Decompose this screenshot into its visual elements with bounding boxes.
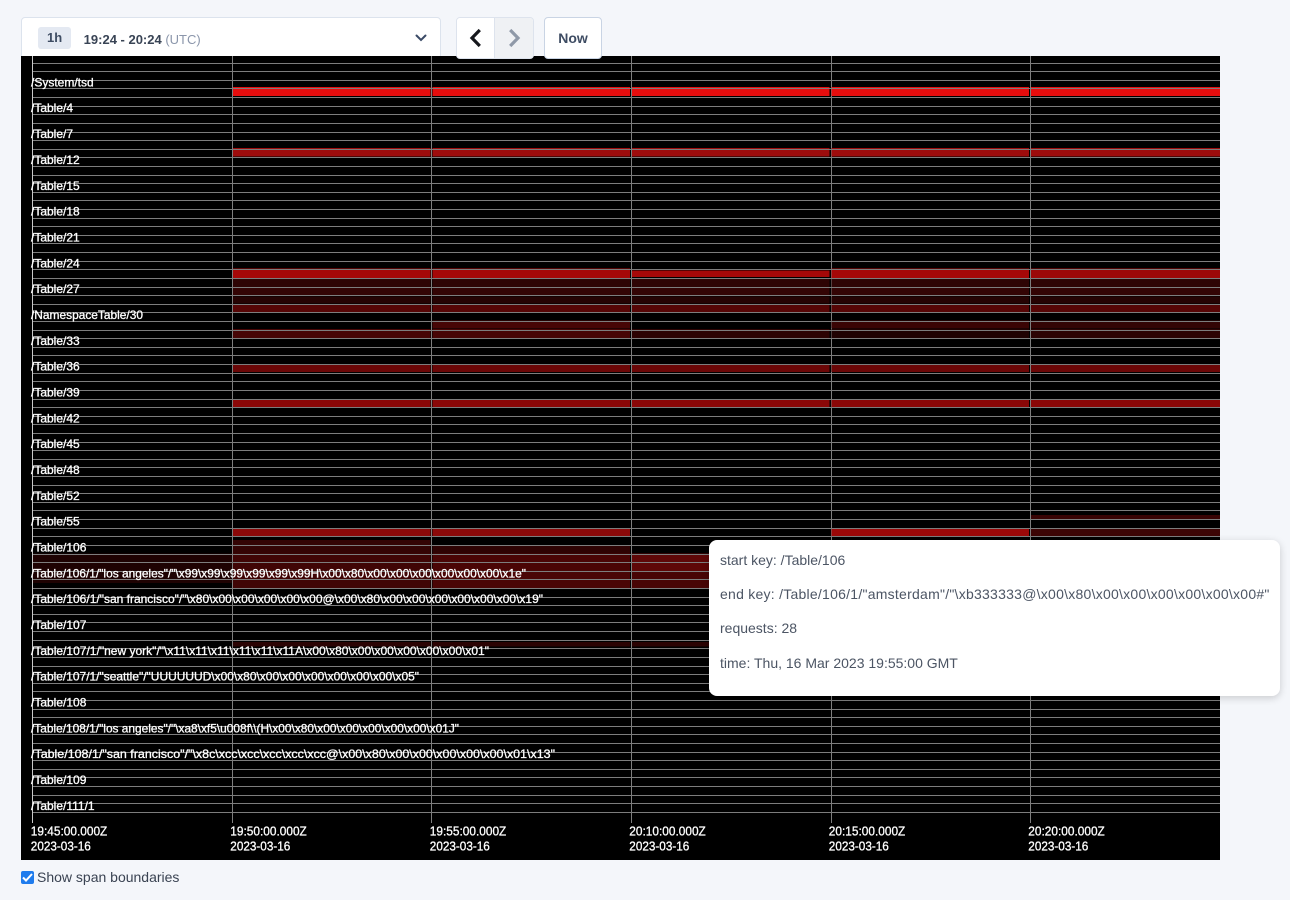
svg-text:/Table/109: /Table/109 (31, 773, 87, 787)
svg-text:/Table/108: /Table/108 (31, 696, 87, 710)
svg-text:2023-03-16: 2023-03-16 (31, 839, 91, 854)
svg-text:20:10:00.000Z: 20:10:00.000Z (629, 824, 706, 839)
svg-text:/Table/42: /Table/42 (31, 411, 80, 425)
svg-text:20:20:00.000Z: 20:20:00.000Z (1028, 824, 1105, 839)
svg-text:/Table/4: /Table/4 (31, 101, 73, 115)
svg-text:/Table/27: /Table/27 (31, 282, 80, 296)
svg-text:/Table/107: /Table/107 (31, 618, 87, 632)
svg-text:19:55:00.000Z: 19:55:00.000Z (430, 824, 507, 839)
svg-text:/Table/108/1/"los angeles"/"\x: /Table/108/1/"los angeles"/"\xa8\xf5\u00… (31, 721, 459, 735)
svg-text:2023-03-16: 2023-03-16 (829, 839, 889, 854)
svg-text:2023-03-16: 2023-03-16 (629, 839, 689, 854)
svg-text:/Table/24: /Table/24 (31, 256, 80, 270)
svg-text:/Table/52: /Table/52 (31, 489, 80, 503)
svg-text:/Table/106: /Table/106 (31, 541, 87, 555)
svg-text:2023-03-16: 2023-03-16 (430, 839, 490, 854)
svg-text:/Table/106/1/"san francisco"/": /Table/106/1/"san francisco"/"\x80\x00\x… (31, 592, 543, 606)
svg-text:/Table/107/1/"new york"/"\x11\: /Table/107/1/"new york"/"\x11\x11\x11\x1… (31, 644, 489, 658)
svg-text:19:50:00.000Z: 19:50:00.000Z (230, 824, 307, 839)
svg-text:20:15:00.000Z: 20:15:00.000Z (829, 824, 906, 839)
svg-text:/Table/7: /Table/7 (31, 127, 73, 141)
svg-text:/Table/106/1/"los angeles"/"\x: /Table/106/1/"los angeles"/"\x99\x99\x99… (31, 566, 526, 580)
svg-text:/Table/21: /Table/21 (31, 230, 80, 244)
svg-text:/Table/18: /Table/18 (31, 205, 80, 219)
svg-text:2023-03-16: 2023-03-16 (1028, 839, 1088, 854)
svg-text:/Table/48: /Table/48 (31, 463, 80, 477)
svg-text:/Table/15: /Table/15 (31, 179, 80, 193)
svg-text:/Table/107/1/"seattle"/"UUUUUU: /Table/107/1/"seattle"/"UUUUUUD\x00\x80\… (31, 670, 419, 684)
svg-text:/Table/111/1: /Table/111/1 (31, 799, 95, 813)
svg-text:19:45:00.000Z: 19:45:00.000Z (31, 824, 108, 839)
svg-text:/Table/36: /Table/36 (31, 360, 80, 374)
svg-text:/System/tsd: /System/tsd (31, 75, 94, 89)
svg-text:/Table/45: /Table/45 (31, 437, 80, 451)
svg-text:/Table/108/1/"san francisco"/": /Table/108/1/"san francisco"/"\x8c\xcc\x… (31, 747, 555, 761)
svg-text:2023-03-16: 2023-03-16 (230, 839, 290, 854)
svg-text:/Table/33: /Table/33 (31, 334, 80, 348)
svg-text:/NamespaceTable/30: /NamespaceTable/30 (31, 308, 143, 322)
svg-text:/Table/55: /Table/55 (31, 515, 80, 529)
svg-text:/Table/12: /Table/12 (31, 153, 80, 167)
svg-text:/Table/39: /Table/39 (31, 386, 80, 400)
